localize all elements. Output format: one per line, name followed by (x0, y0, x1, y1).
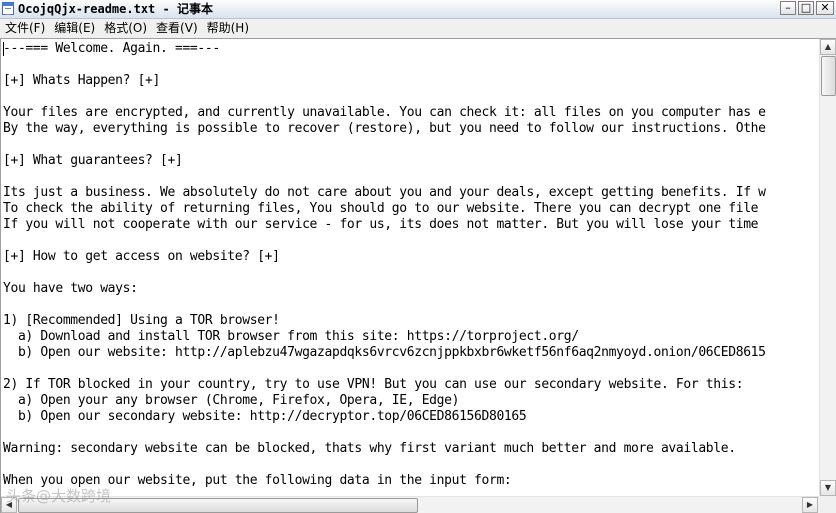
text-line (3, 297, 818, 313)
horizontal-scrollbar[interactable]: ◀ ▶ (1, 496, 835, 513)
menu-format[interactable]: 格式(O) (99, 19, 151, 37)
text-line: ---=== Welcome. Again. ===--- (3, 41, 220, 56)
text-line: b) Open our secondary website: http://de… (3, 409, 527, 424)
text-line: [+] Whats Happen? [+] (3, 73, 161, 88)
scroll-down-icon[interactable]: ▼ (820, 480, 836, 496)
text-line (3, 57, 818, 73)
caption-buttons: – □ ✕ (780, 1, 834, 17)
text-line: [+] How to get access on website? [+] (3, 249, 280, 264)
text-line: Your files are encrypted, and currently … (3, 105, 766, 120)
text-caret (3, 42, 4, 56)
text-line: Its just a business. We absolutely do no… (3, 185, 766, 200)
close-button[interactable]: ✕ (816, 1, 834, 15)
title-bar[interactable]: OcojqQjx-readme.txt - 记事本 – □ ✕ (0, 0, 836, 19)
text-line: a) Download and install TOR browser from… (3, 329, 579, 344)
text-line: [+] What guarantees? [+] (3, 153, 183, 168)
minimize-button[interactable]: – (780, 1, 796, 15)
menu-edit[interactable]: 编辑(E) (49, 19, 99, 37)
text-line (3, 137, 818, 153)
text-line (3, 89, 818, 105)
text-line (3, 425, 818, 441)
text-line: To check the ability of returning files,… (3, 201, 766, 216)
vertical-scroll-thumb[interactable] (821, 56, 836, 96)
notepad-icon[interactable] (2, 2, 14, 15)
text-line: When you open our website, put the follo… (3, 473, 512, 488)
text-line (3, 233, 818, 249)
menu-bar: 文件(F) 编辑(E) 格式(O) 查看(V) 帮助(H) (0, 19, 836, 37)
notepad-window: OcojqQjx-readme.txt - 记事本 – □ ✕ 文件(F) 编辑… (0, 0, 836, 513)
editor-frame: ---=== Welcome. Again. ===--- [+] Whats H… (0, 38, 836, 513)
scroll-right-icon[interactable]: ▶ (802, 497, 818, 513)
text-line: Warning: secondary website can be blocke… (3, 441, 736, 456)
scroll-up-icon[interactable]: ▲ (820, 39, 836, 55)
menu-file[interactable]: 文件(F) (0, 19, 49, 37)
text-line (3, 265, 818, 281)
vertical-scrollbar[interactable]: ▲ ▼ (819, 39, 836, 496)
maximize-button[interactable]: □ (798, 1, 814, 15)
text-line (3, 361, 818, 377)
text-line: a) Open your any browser (Chrome, Firefo… (3, 393, 460, 408)
size-grip[interactable] (819, 496, 836, 513)
horizontal-scroll-thumb[interactable] (18, 498, 418, 513)
text-editor[interactable]: ---=== Welcome. Again. ===--- [+] Whats H… (3, 41, 818, 498)
text-line: 1) [Recommended] Using a TOR browser! (3, 313, 280, 328)
text-line: 2) If TOR blocked in your country, try t… (3, 377, 744, 392)
text-line: You have two ways: (3, 281, 138, 296)
text-line (3, 457, 818, 473)
text-line: By the way, everything is possible to re… (3, 121, 766, 136)
text-line: If you will not cooperate with our servi… (3, 217, 766, 232)
scroll-left-icon[interactable]: ◀ (1, 497, 17, 513)
text-line (3, 169, 818, 185)
window-title: OcojqQjx-readme.txt - 记事本 (18, 2, 213, 16)
text-line: b) Open our website: http://aplebzu47wga… (3, 345, 766, 360)
menu-view[interactable]: 查看(V) (151, 19, 202, 37)
menu-help[interactable]: 帮助(H) (202, 19, 253, 37)
